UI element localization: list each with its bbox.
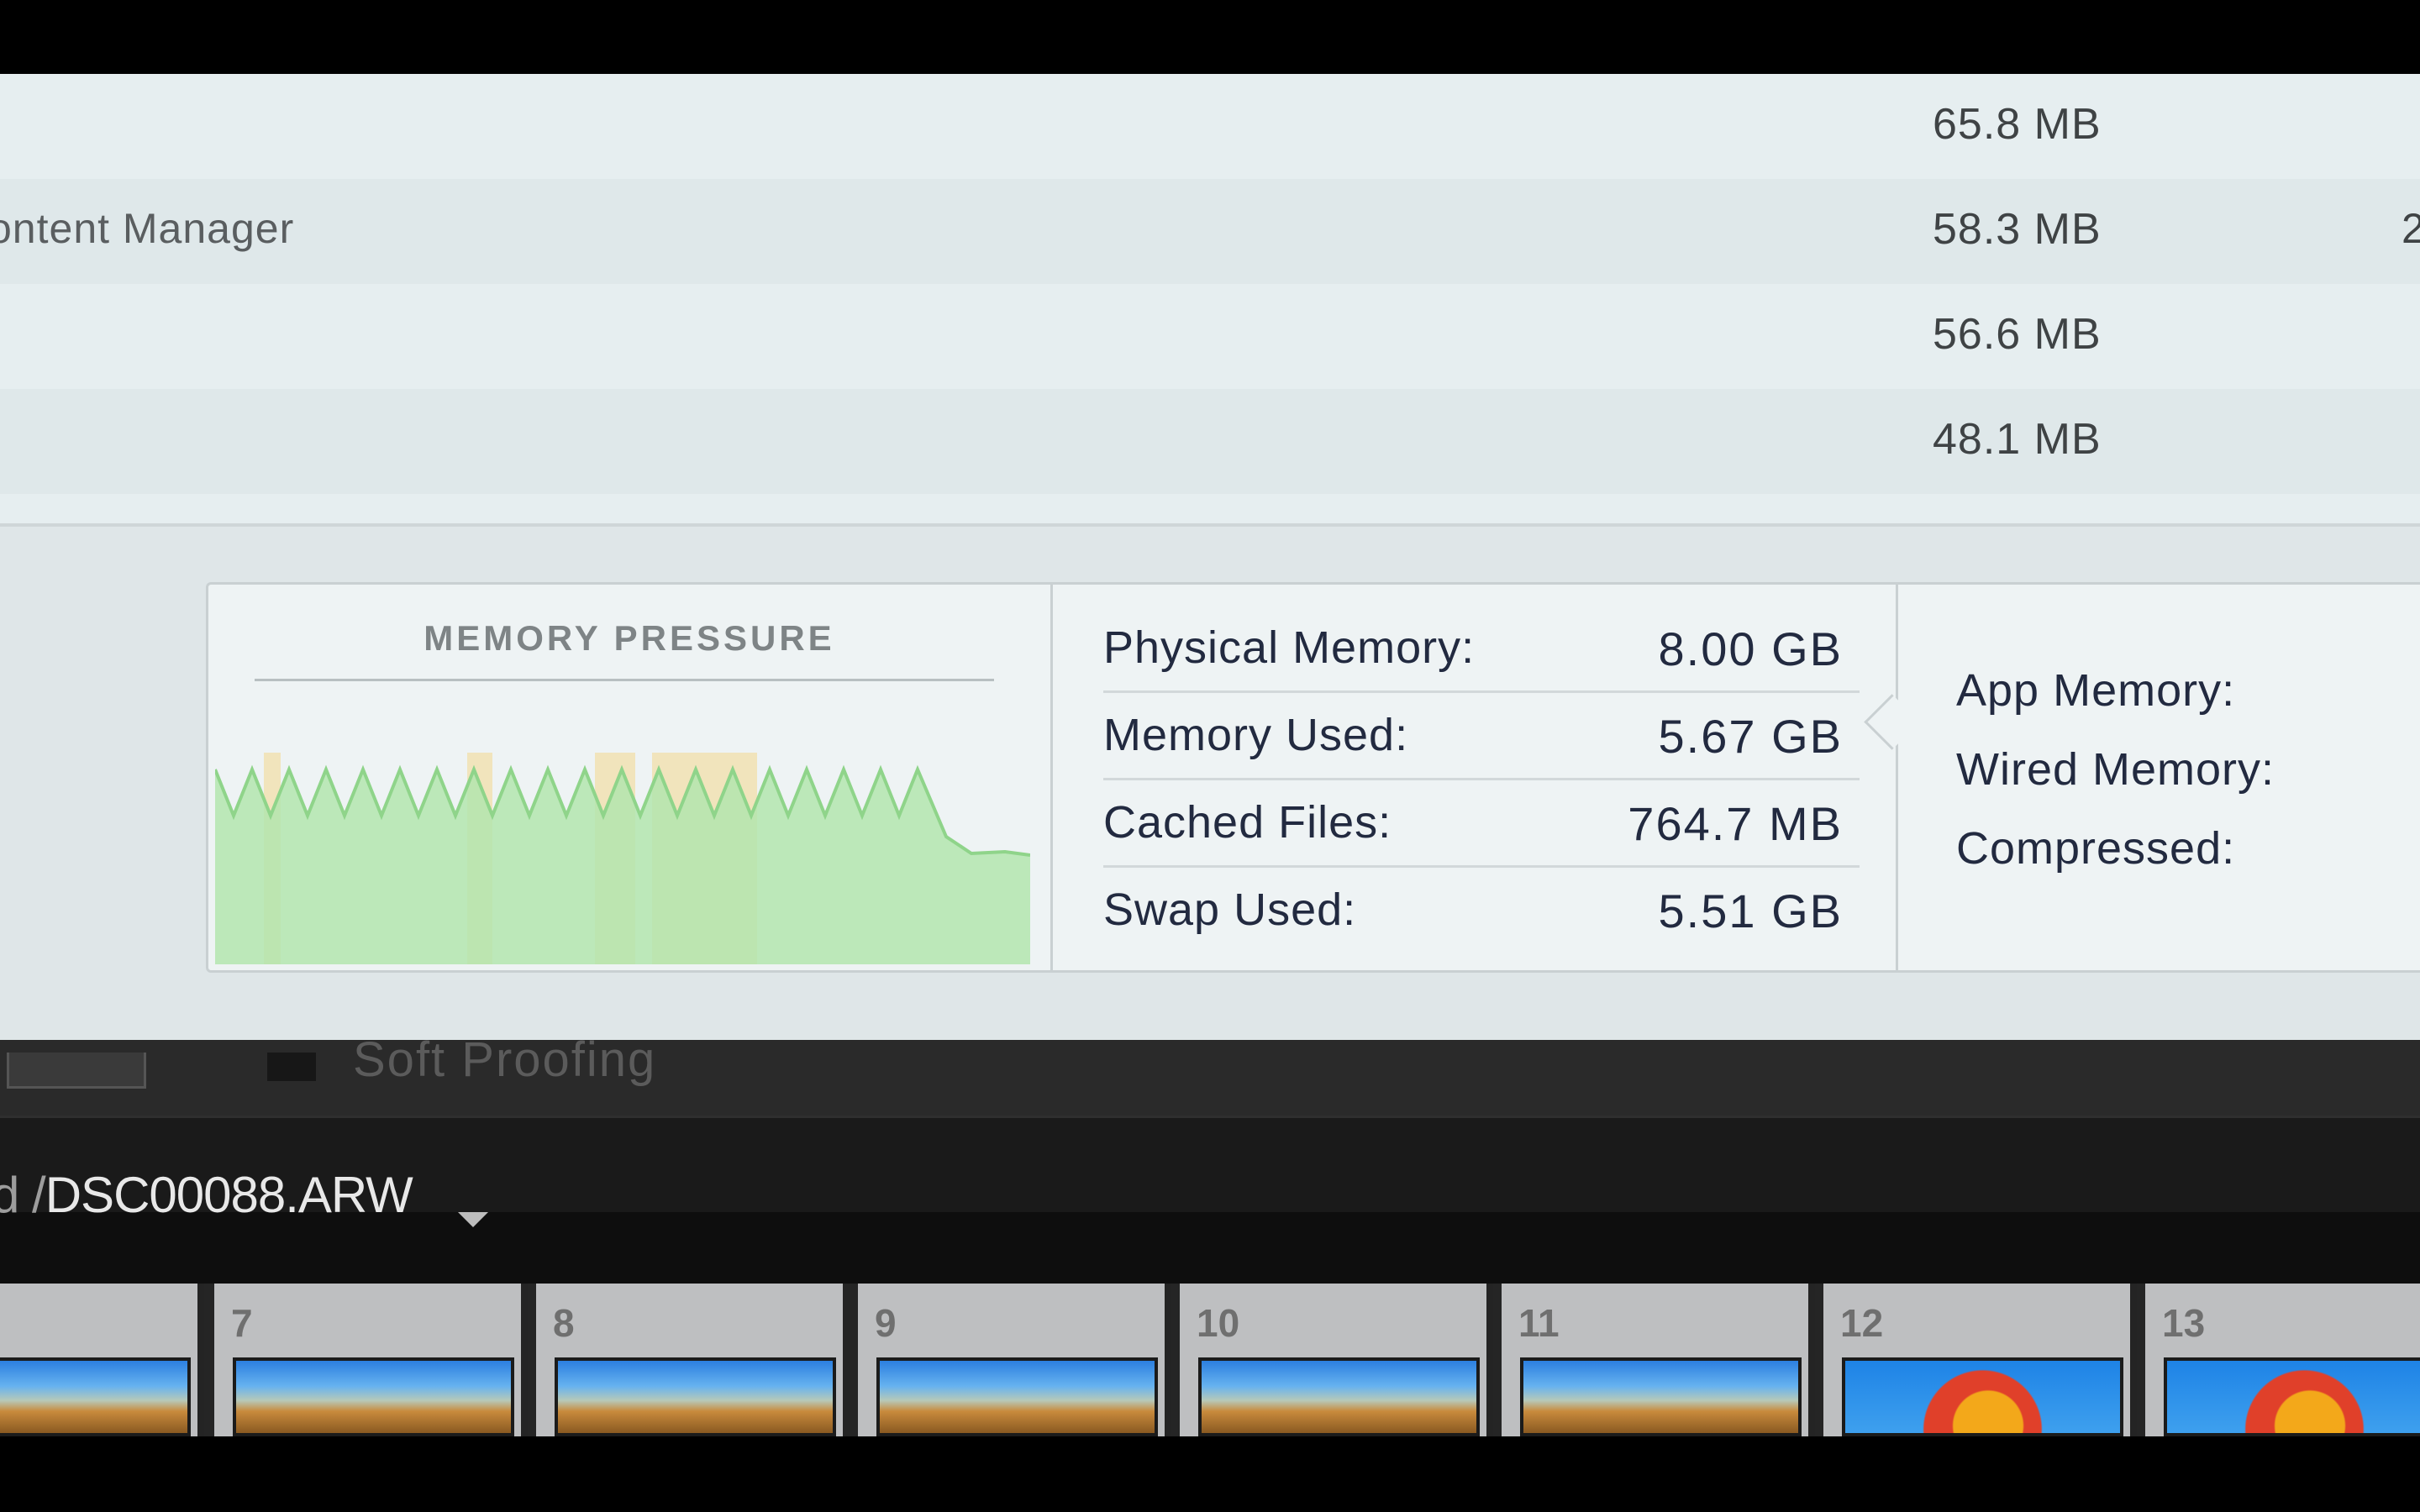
thumbnail-image — [1842, 1357, 2123, 1436]
filmstrip-thumbnail[interactable]: 12 — [1823, 1284, 2137, 1436]
process-list: 65.8 MB ontent Manager 58.3 MB 2 56.6 MB… — [0, 74, 2420, 523]
process-name: ontent Manager — [0, 205, 295, 252]
table-row[interactable]: 48.1 MB — [0, 389, 2420, 494]
thumbnail-number: 13 — [2162, 1301, 2206, 1345]
filmstrip-thumbnail[interactable]: 13 — [2145, 1284, 2420, 1436]
cached-files-row: Cached Files: 764.7 MB — [1103, 778, 1860, 868]
memory-stats-box: MEMORY PRESSURE Physical Memory: 8.00 GB… — [206, 582, 2420, 973]
filmstrip-thumbnail[interactable] — [0, 1284, 204, 1436]
memory-pressure-section: MEMORY PRESSURE — [208, 585, 1053, 970]
compressed-label: Compressed: — [1956, 823, 2236, 874]
screen: 65.8 MB ontent Manager 58.3 MB 2 56.6 MB… — [0, 74, 2420, 1436]
filmstrip-thumbnail[interactable]: 10 — [1180, 1284, 1493, 1436]
thumbnail-image — [0, 1357, 191, 1436]
thumbnail-number: 10 — [1197, 1301, 1240, 1345]
thumbnail-image — [876, 1357, 1158, 1436]
process-memory: 56.6 MB — [1933, 310, 2102, 359]
physical-memory-row: Physical Memory: 8.00 GB — [1103, 603, 1860, 693]
swap-used-row: Swap Used: 5.51 GB — [1103, 865, 1860, 953]
filmstrip-thumbnail[interactable]: 7 — [214, 1284, 528, 1436]
thumbnail-number: 12 — [1840, 1301, 1884, 1345]
filmstrip: 7 8 9 10 11 12 13 — [0, 1284, 2420, 1436]
swap-used-value: 5.51 GB — [1658, 885, 1843, 937]
thumbnail-number: 8 — [553, 1301, 575, 1345]
activity-monitor-window: 65.8 MB ontent Manager 58.3 MB 2 56.6 MB… — [0, 74, 2420, 1040]
view-toggle-button[interactable] — [7, 1053, 146, 1089]
physical-memory-value: 8.00 GB — [1658, 622, 1843, 675]
cached-files-value: 764.7 MB — [1628, 797, 1843, 850]
thumbnail-number: 9 — [875, 1301, 897, 1345]
pressure-title-rule — [255, 679, 994, 681]
path-prefix: d / — [0, 1167, 46, 1223]
memory-stats-table: Physical Memory: 8.00 GB Memory Used: 5.… — [1053, 585, 1893, 970]
file-name: DSC00088.ARW — [45, 1167, 413, 1223]
wired-memory-label: Wired Memory: — [1956, 744, 2275, 795]
filmstrip-thumbnail[interactable]: 9 — [858, 1284, 1171, 1436]
thumbnail-image — [2164, 1357, 2420, 1436]
soft-proofing-label: Soft Proofing — [353, 1032, 657, 1087]
thumbnail-image — [555, 1357, 836, 1436]
process-memory: 48.1 MB — [1933, 415, 2102, 464]
thumbnail-image — [233, 1357, 514, 1436]
app-memory-label: App Memory: — [1956, 665, 2236, 716]
physical-memory-label: Physical Memory: — [1103, 622, 1476, 673]
table-row[interactable]: 56.6 MB — [0, 284, 2420, 389]
filmstrip-thumbnail[interactable]: 11 — [1502, 1284, 1815, 1436]
thumbnail-number: 7 — [231, 1301, 253, 1345]
process-memory: 65.8 MB — [1933, 100, 2102, 149]
file-path-breadcrumb[interactable]: d /DSC00088.ARW — [0, 1166, 413, 1224]
table-row[interactable]: 65.8 MB — [0, 74, 2420, 179]
memory-used-label: Memory Used: — [1103, 710, 1409, 760]
swap-used-label: Swap Used: — [1103, 885, 1357, 935]
soft-proofing-checkbox[interactable] — [267, 1053, 316, 1081]
process-extra-column: 2 — [2402, 205, 2420, 252]
table-row[interactable]: ontent Manager 58.3 MB 2 — [0, 179, 2420, 284]
chevron-down-icon[interactable] — [458, 1212, 488, 1227]
thumbnail-image — [1198, 1357, 1480, 1436]
memory-used-row: Memory Used: 5.67 GB — [1103, 690, 1860, 780]
memory-pressure-graph — [215, 753, 1030, 964]
thumbnail-number: 11 — [1518, 1301, 1560, 1345]
memory-detail-divider — [1896, 585, 1898, 970]
process-memory: 58.3 MB — [1933, 205, 2102, 254]
cached-files-label: Cached Files: — [1103, 797, 1392, 848]
thumbnail-image — [1520, 1357, 1802, 1436]
memory-used-value: 5.67 GB — [1658, 710, 1843, 763]
memory-pressure-title: MEMORY PRESSURE — [424, 618, 835, 658]
filmstrip-thumbnail[interactable]: 8 — [536, 1284, 850, 1436]
